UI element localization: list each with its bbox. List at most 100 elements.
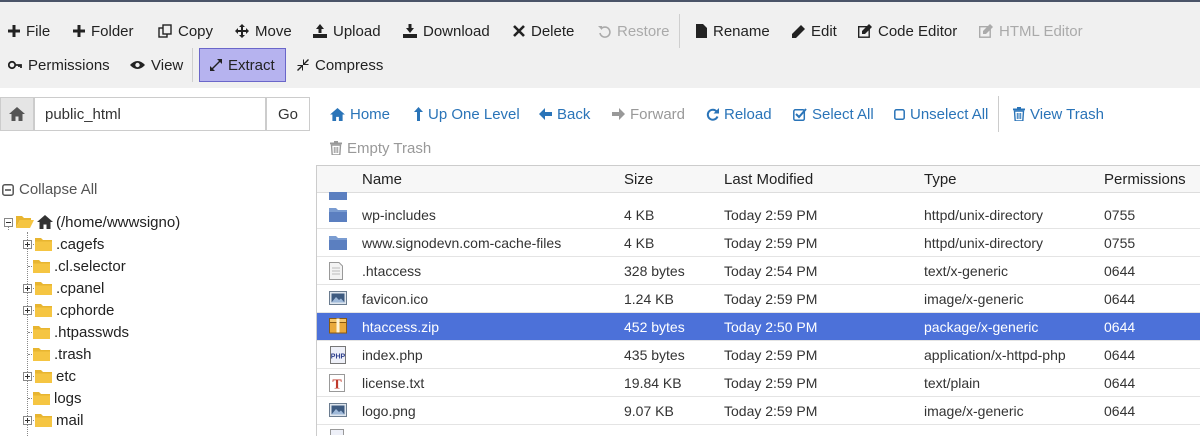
tree-item[interactable]: etc [23, 365, 76, 387]
plus-icon [8, 25, 20, 37]
toolbar-divider [679, 14, 680, 48]
svg-text:PHP: PHP [331, 354, 346, 361]
collapse-all-button[interactable]: Collapse All [2, 181, 97, 198]
extract-button[interactable]: Extract [199, 48, 286, 82]
empty-trash-button[interactable]: Empty Trash [330, 137, 431, 159]
tree-item[interactable]: logs [33, 387, 82, 409]
permissions-button[interactable]: Permissions [8, 48, 110, 82]
cell-name[interactable]: htaccess.zip [362, 319, 439, 335]
refresh-icon [706, 107, 719, 121]
compress-label: Compress [315, 56, 384, 74]
tree-expand-toggle[interactable] [23, 239, 32, 249]
tree-item[interactable]: .trash [33, 343, 92, 365]
column-header-size[interactable]: Size [624, 171, 653, 188]
forward-button[interactable]: Forward [612, 103, 685, 125]
move-button[interactable]: Move [235, 14, 292, 48]
path-input[interactable] [34, 97, 266, 131]
arrow-right-icon [612, 108, 625, 120]
cell-name[interactable]: www.signodevn.com-cache-files [362, 235, 561, 251]
table-row[interactable]: favicon.ico 1.24 KB Today 2:59 PM image/x-g… [317, 285, 1200, 313]
folder-icon [33, 348, 50, 361]
copy-button[interactable]: Copy [158, 14, 213, 48]
table-row[interactable]: PHP index.php 435 bytes Today 2:59 PM applic… [317, 341, 1200, 369]
tree-item[interactable]: .cphorde [23, 299, 114, 321]
tree-expand-toggle[interactable] [23, 283, 32, 293]
html-editor-button[interactable]: HTML Editor [979, 14, 1083, 48]
svg-text:T: T [332, 378, 342, 393]
column-header-permissions[interactable]: Permissions [1104, 171, 1186, 188]
tree-item[interactable]: mail [23, 409, 84, 431]
tree-item[interactable]: .htpasswds [33, 321, 129, 343]
restore-label: Restore [617, 22, 670, 40]
php-file-icon: PHP [330, 346, 346, 364]
cell-type: httpd/unix-directory [924, 235, 1044, 251]
home-icon [37, 215, 53, 229]
tree-expand-toggle[interactable] [23, 305, 32, 315]
cell-name[interactable]: index.php [362, 347, 423, 363]
file-type-icon-wrap [329, 262, 347, 280]
table-row[interactable]: logo.png 9.07 KB Today 2:59 PM image/x-gene… [317, 397, 1200, 425]
table-row-partial-top [317, 192, 1200, 201]
view-trash-button[interactable]: View Trash [1013, 103, 1104, 125]
tree-expand-toggle[interactable] [23, 371, 32, 381]
download-button[interactable]: Download [403, 14, 490, 48]
table-row[interactable]: Tlicense.txt 19.84 KB Today 2:59 PM text/pl… [317, 369, 1200, 397]
cell-size: 4 KB [624, 235, 655, 251]
tree-item[interactable]: .cagefs [23, 233, 104, 255]
cell-last-modified: Today 2:59 PM [724, 235, 818, 251]
file-icon [330, 429, 344, 435]
home-path-button[interactable] [0, 97, 34, 131]
tree-collapse-toggle[interactable] [4, 217, 13, 227]
code-editor-button[interactable]: Code Editor [858, 14, 957, 48]
home-nav-button[interactable]: Home [330, 103, 390, 125]
unselect-all-button[interactable]: Unselect All [894, 103, 988, 125]
new-folder-button[interactable]: Folder [73, 14, 134, 48]
back-button[interactable]: Back [539, 103, 590, 125]
column-header-name[interactable]: Name [362, 171, 402, 188]
tree-item-label: .cpanel [56, 279, 105, 297]
column-header-type[interactable]: Type [924, 171, 957, 188]
tree-item-label: etc [56, 367, 77, 385]
cell-name[interactable]: wp-includes [362, 207, 436, 223]
copy-icon [158, 24, 172, 38]
table-row-partial-bottom [317, 425, 1200, 435]
home-icon [330, 107, 345, 121]
key-icon [8, 60, 22, 70]
edit-button[interactable]: Edit [792, 14, 837, 48]
table-header: Name Size Last Modified Type Permissions [317, 166, 1200, 193]
view-button[interactable]: View [130, 48, 183, 82]
pencil-icon [792, 24, 805, 38]
table-row[interactable]: wp-includes 4 KB Today 2:59 PM httpd/unix-d… [317, 201, 1200, 229]
cell-name[interactable]: license.txt [362, 375, 424, 391]
plain-text-icon: T [329, 374, 345, 393]
compress-button[interactable]: Compress [297, 48, 383, 82]
unselect-all-label: Unselect All [910, 105, 989, 123]
reload-label: Reload [724, 105, 772, 123]
cell-name[interactable]: .htaccess [362, 263, 421, 279]
folder-icon [35, 370, 52, 383]
cell-permissions: 0755 [1104, 235, 1136, 251]
upload-button[interactable]: Upload [313, 14, 381, 48]
new-file-button[interactable]: File [8, 14, 50, 48]
column-header-last-modified[interactable]: Last Modified [724, 171, 813, 188]
reload-button[interactable]: Reload [706, 103, 772, 125]
tree-item-label: .cphorde [56, 301, 115, 319]
go-button[interactable]: Go [266, 97, 310, 131]
table-row[interactable]: www.signodevn.com-cache-files 4 KB Today 2… [317, 229, 1200, 257]
file-type-icon-wrap: PHP [329, 346, 347, 364]
select-all-button[interactable]: Select All [793, 103, 874, 125]
cell-name[interactable]: favicon.ico [362, 291, 428, 307]
collapse-all-label: Collapse All [19, 181, 98, 198]
table-row[interactable]: htaccess.zip 452 bytes Today 2:50 PM packag… [317, 313, 1200, 341]
cell-size: 19.84 KB [624, 375, 682, 391]
tree-root[interactable]: (/home/wwwsigno) [4, 211, 180, 233]
rename-button[interactable]: Rename [696, 14, 770, 48]
cell-name[interactable]: logo.png [362, 403, 416, 419]
tree-expand-toggle[interactable] [23, 415, 32, 425]
tree-item[interactable]: .cpanel [23, 277, 104, 299]
tree-item[interactable]: .cl.selector [33, 255, 126, 277]
delete-button[interactable]: Delete [513, 14, 574, 48]
up-one-level-button[interactable]: Up One Level [414, 103, 520, 125]
restore-button[interactable]: Restore [598, 14, 670, 48]
table-row[interactable]: .htaccess 328 bytes Today 2:54 PM text/x-ge… [317, 257, 1200, 285]
